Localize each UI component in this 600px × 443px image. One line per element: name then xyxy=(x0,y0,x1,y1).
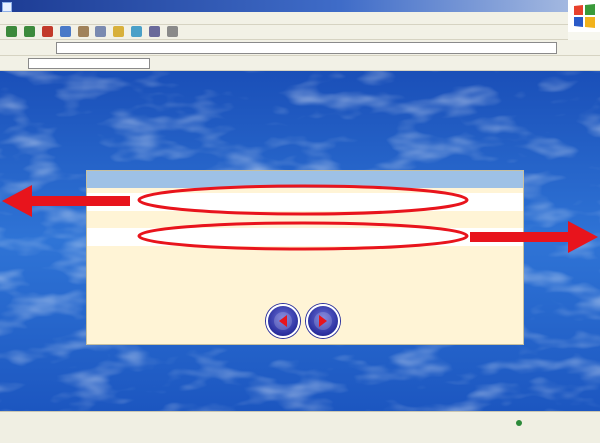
left-arrow-icon xyxy=(274,312,292,330)
back-arrow-icon[interactable] xyxy=(6,26,17,37)
forward-arrow-icon[interactable] xyxy=(23,26,35,37)
internet-zone-indicator xyxy=(516,418,526,427)
address-input[interactable] xyxy=(56,42,557,54)
home-icon[interactable] xyxy=(77,26,89,37)
refresh-icon[interactable] xyxy=(59,26,71,37)
print-icon[interactable] xyxy=(166,26,178,37)
browser-app-icon xyxy=(2,2,12,12)
history-icon[interactable] xyxy=(131,26,143,37)
status-bar xyxy=(0,411,600,443)
toolbar xyxy=(0,25,568,40)
forward-button[interactable] xyxy=(306,304,340,338)
notice-heading xyxy=(87,171,523,188)
windows-logo-icon xyxy=(568,0,600,32)
mail-icon[interactable] xyxy=(149,26,160,37)
simple-homepage-link[interactable] xyxy=(87,228,523,246)
menu-bar xyxy=(0,12,568,25)
title-bar xyxy=(0,0,568,12)
flash-homepage-link[interactable] xyxy=(87,193,523,211)
toolbar-search-field[interactable] xyxy=(28,58,150,69)
favorites-icon[interactable] xyxy=(113,26,125,37)
back-button[interactable] xyxy=(266,304,300,338)
browser-screen xyxy=(0,0,600,443)
stop-icon[interactable] xyxy=(41,26,53,37)
redirect-notice-panel xyxy=(86,170,524,345)
page-content xyxy=(0,71,600,411)
search-icon[interactable] xyxy=(95,26,107,37)
right-arrow-icon xyxy=(314,312,332,330)
links-bar xyxy=(0,56,600,71)
address-bar xyxy=(0,40,600,56)
